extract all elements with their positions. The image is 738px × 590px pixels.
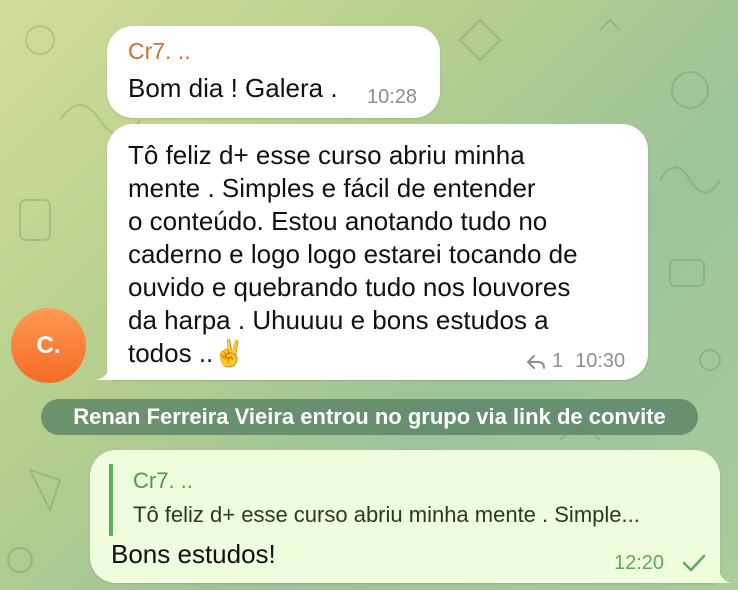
message-line: o conteúdo. Estou anotando tudo no	[128, 206, 548, 236]
message-line: mente . Simples e fácil de entender	[128, 173, 536, 203]
message-bubble-1[interactable]: Cr7. .. Bom dia ! Galera . 10:28	[107, 26, 440, 118]
check-icon	[682, 554, 706, 572]
message-line: ouvido e quebrando tudo nos louvores	[128, 272, 571, 302]
message-time: 10:28	[367, 86, 418, 108]
reply-quote[interactable]: Cr7. .. Tô feliz d+ esse curso abriu min…	[109, 464, 703, 536]
quote-sender-name: Cr7. ..	[133, 468, 193, 493]
message-bubble-2[interactable]: Tô feliz d+ esse curso abriu minha mente…	[107, 124, 648, 380]
message-text: Tô feliz d+ esse curso abriu minha mente…	[128, 139, 628, 370]
message-time: 12:20	[614, 552, 665, 574]
bubble-tail	[712, 561, 732, 583]
message-text: Bom dia ! Galera .	[128, 73, 338, 103]
reply-arrow-icon	[527, 354, 545, 369]
outgoing-message-bubble[interactable]: Cr7. .. Tô feliz d+ esse curso abriu min…	[90, 450, 720, 583]
replies-counter[interactable]: 1 10:30	[526, 350, 625, 373]
message-time: 10:30	[575, 350, 626, 372]
sender-name[interactable]: Cr7. ..	[128, 38, 191, 65]
message-text: Bons estudos!	[111, 539, 276, 569]
quote-text: Tô feliz d+ esse curso abriu minha mente…	[133, 502, 640, 527]
reply-count: 1	[552, 350, 564, 372]
avatar[interactable]: C.	[11, 308, 86, 383]
message-line: da harpa . Uhuuuu e bons estudos a	[128, 305, 549, 335]
message-line: caderno e logo logo estarei tocando de	[128, 239, 578, 269]
message-line: Tô feliz d+ esse curso abriu minha	[128, 140, 525, 170]
bubble-tail	[96, 358, 118, 380]
service-message: Renan Ferreira Vieira entrou no grupo vi…	[41, 399, 698, 435]
